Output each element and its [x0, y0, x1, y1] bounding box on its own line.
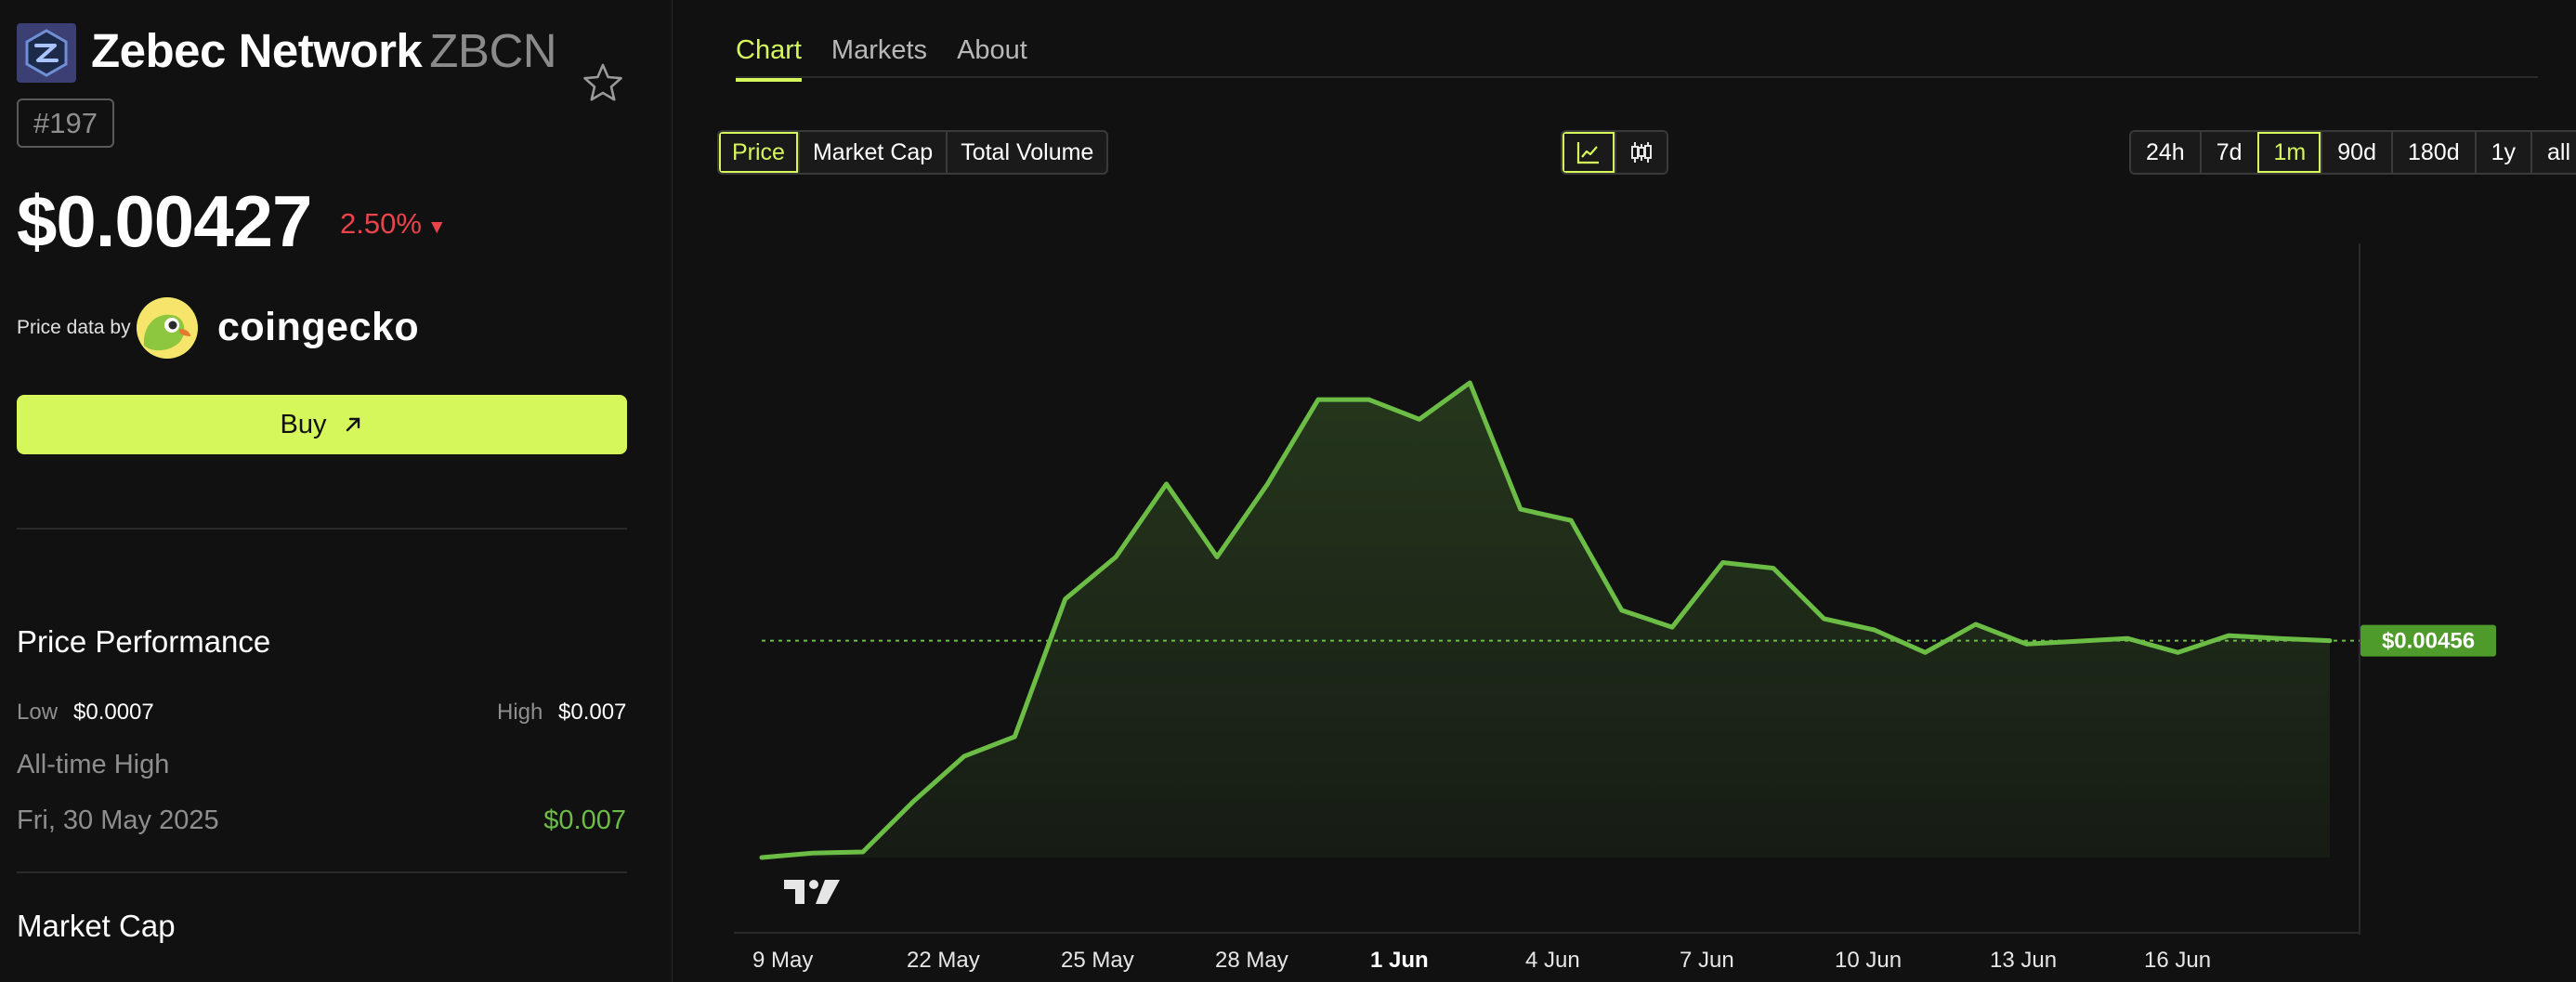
x-tick-label: 9 May [752, 948, 813, 973]
all-time-high-date: Fri, 30 May 2025 [17, 805, 219, 835]
current-price-tag: $0.00456 [2360, 624, 2496, 657]
x-tick-label: 13 Jun [1990, 948, 2057, 973]
coin-title: Zebec Network ZBCN [91, 20, 557, 82]
range-all-button[interactable]: all [2530, 132, 2576, 173]
all-time-high-label: All-time High [17, 750, 170, 779]
tab-markets[interactable]: Markets [831, 33, 927, 82]
tradingview-logo-icon [784, 880, 840, 904]
external-arrow-icon [347, 417, 360, 432]
candlestick-icon [1631, 142, 1652, 163]
coingecko-logo-icon[interactable] [137, 297, 198, 359]
line-chart-button[interactable] [1563, 132, 1615, 173]
coingecko-brand[interactable]: coingecko [217, 301, 419, 353]
all-time-high-value: $0.007 [543, 805, 626, 835]
range-1y-button[interactable]: 1y [2474, 132, 2530, 173]
coin-name: Zebec Network [91, 24, 423, 77]
range-7d-button[interactable]: 7d [2199, 132, 2257, 173]
x-tick-label: 7 Jun [1680, 948, 1734, 973]
high-label: High [497, 700, 543, 725]
metric-total-volume-button[interactable]: Total Volume [946, 132, 1106, 173]
section-tabs: Chart Markets About [736, 33, 1027, 82]
metric-price-button[interactable]: Price [719, 132, 798, 173]
high-value: $0.007 [558, 700, 627, 725]
divider [17, 871, 627, 873]
market-cap-title: Market Cap [17, 909, 176, 943]
zebec-logo-icon [17, 23, 76, 83]
price-area-fill [762, 383, 2330, 858]
candlestick-button[interactable] [1615, 132, 1667, 173]
range-180d-button[interactable]: 180d [2390, 132, 2475, 173]
coin-symbol: ZBCN [429, 24, 557, 77]
range-1m-button[interactable]: 1m [2256, 132, 2321, 173]
tab-about[interactable]: About [957, 33, 1027, 82]
x-tick-label: 16 Jun [2144, 948, 2211, 973]
x-tick-label: 4 Jun [1525, 948, 1580, 973]
buy-button[interactable]: Buy [17, 395, 627, 454]
current-price: $0.00427 [17, 180, 312, 262]
time-range-selector: 24h 7d 1m 90d 180d 1y all [2129, 130, 2576, 175]
x-tick-label: 28 May [1215, 948, 1288, 973]
range-24h-button[interactable]: 24h [2131, 132, 2200, 173]
x-tick-label: 25 May [1061, 948, 1134, 973]
x-axis-labels: 9 May 22 May 25 May 28 May 1 Jun 4 Jun 7 Jun 10… [752, 948, 2211, 973]
price-chart[interactable]: $0.00456 9 May 22 May 25 May 28 May 1 Jun 4 J… [734, 232, 2555, 982]
down-arrow-icon: ▼ [426, 216, 447, 238]
x-tick-label: 22 May [907, 948, 980, 973]
price-change-value: 2.50% [340, 207, 422, 240]
coin-summary-panel: Zebec Network ZBCN #197 $0.00427 2.50% ▼ P… [0, 0, 673, 982]
low-label: Low [17, 700, 59, 725]
favorite-star-icon[interactable] [582, 61, 624, 104]
price-source-label: Price data by [17, 317, 131, 338]
tab-chart[interactable]: Chart [736, 33, 802, 82]
divider [17, 528, 627, 530]
low-value: $0.0007 [73, 700, 154, 725]
rank-badge: #197 [17, 98, 114, 148]
x-tick-label: 10 Jun [1835, 948, 1902, 973]
range-90d-button[interactable]: 90d [2321, 132, 2391, 173]
metric-market-cap-button[interactable]: Market Cap [797, 132, 946, 173]
line-chart-icon [1576, 142, 1599, 164]
buy-label: Buy [280, 409, 327, 439]
price-change: 2.50% ▼ [340, 205, 447, 246]
chart-view-selector [1561, 130, 1668, 175]
tabs-divider [736, 76, 2538, 78]
metric-selector: Price Market Cap Total Volume [717, 130, 1109, 175]
price-performance-title: Price Performance [17, 624, 271, 659]
svg-text:$0.00456: $0.00456 [2382, 629, 2475, 654]
x-tick-label: 1 Jun [1370, 948, 1429, 973]
